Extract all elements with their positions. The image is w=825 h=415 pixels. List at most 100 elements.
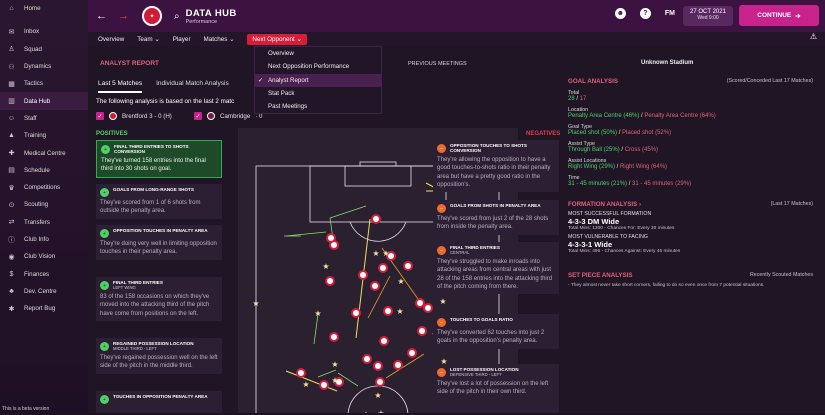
cone-icon: ▲ [8,132,15,140]
sidebar-item-inbox[interactable]: ✉ Inbox [0,23,88,40]
analysis-tabs: Last 5 Matches Individual Match Analysis [98,80,229,93]
card-title: GOALS FROM LONG-RANGE SHOTS [113,187,194,192]
vulnerable-formation-value: 4-3-3-1 Wide [568,240,613,249]
forward-arrow-icon[interactable]: → [118,10,132,22]
social-icon[interactable]: ☻ [614,8,626,19]
sidebar-item-label: Scouting [24,201,49,209]
checkbox-icon[interactable]: ✓ [194,112,202,120]
sidebar-item-competitions[interactable]: ♛ Competitions [0,179,88,196]
sidebar-item-medical-centre[interactable]: ✚ Medical Centre [0,144,88,161]
sidebar-item-label: Finances [24,270,50,278]
subnav-player[interactable]: Player [173,36,191,43]
stadium-name: Unknown Stadium [641,60,694,66]
sidebar-item-label: Inbox [24,28,40,36]
positive-card[interactable]: + REGAINED POSSESSION LOCATION MIDDLE THIR… [96,338,222,374]
subnav-overview[interactable]: Overview [98,36,124,43]
positive-card[interactable]: + OPPOSITION TOUCHES IN PENALTY AREA They… [96,225,222,260]
envelope-icon: ✉ [8,28,15,36]
negative-card[interactable]: – GOALS FROM SHOTS IN PENALTY AREA They'v… [433,200,559,235]
successful-formation-value: 4-3-3 DM Wide [568,217,620,226]
dropdown-item-analyst-report[interactable]: ✓ Analyst Report [255,73,381,87]
card-subtitle: MIDDLE THIRD - LEFT [113,346,157,352]
negative-card[interactable]: – LOST POSSESSION LOCATION DEFENSIVE THIRD… [433,364,559,413]
sidebar-item-staff[interactable]: ☺ Staff [0,110,88,127]
binoculars-icon: ⊙ [8,201,15,209]
sidebar-item-scouting[interactable]: ⊙ Scouting [0,196,88,213]
negative-card[interactable]: – FINAL THIRD ENTRIES CENTRAL They've stru… [433,242,559,295]
sidebar-item-label: Schedule [24,166,50,174]
svg-text:★: ★ [302,380,309,389]
sidebar-item-tactics[interactable]: ▦ Tactics [0,75,88,92]
continue-button[interactable]: CONTINUE ➔ [739,5,819,26]
positive-card[interactable]: + GOALS FROM LONG-RANGE SHOTS They've sco… [96,184,222,219]
tab-individual-match[interactable]: Individual Match Analysis [156,80,229,93]
negative-card[interactable]: – OPPOSITION TOUCHES TO SHOTS CONVERSION … [433,140,559,193]
negative-card[interactable]: – TOUCHES TO GOALS RATIO They've converte… [433,314,559,349]
dropdown-item-stat-pack[interactable]: Stat Pack [255,87,381,100]
sidebar-item-club-info[interactable]: ⓘ Club Info [0,231,88,248]
dropdown-item-overview[interactable]: Overview [255,47,381,60]
goal-analysis-heading: GOAL ANALYSIS [568,78,618,85]
goal-analysis-panel: GOAL ANALYSIS (Scored/Conceded Last 17 Ma… [568,78,813,288]
card-body: They've converted 62 touches into just 2… [437,330,545,345]
svg-text:★: ★ [372,249,379,258]
dropdown-item-past-meetings[interactable]: Past Meetings [255,100,381,113]
plus-icon: + [100,342,109,351]
positive-card[interactable]: + TOUCHES IN OPPOSITION PENALTY AREA [96,391,222,413]
sidebar-item-dynamics[interactable]: ⚇ Dynamics [0,58,88,75]
card-body: They've scored from just 2 of the 28 sho… [437,216,549,231]
plus-icon: + [100,188,109,197]
checkmark-icon: ✓ [258,77,264,84]
sidebar-item-transfers[interactable]: ⇄ Transfers [0,214,88,231]
successful-formation-detail: Total Mins: 1300 - Chances For: Every 30… [568,226,675,231]
notification-icon[interactable]: ⚠ [810,32,817,41]
card-title: OPPOSITION TOUCHES IN PENALTY AREA [113,228,208,233]
tab-last-5-matches[interactable]: Last 5 Matches [98,80,143,93]
sidebar-item-squad[interactable]: ♙ Squad [0,41,88,58]
subnav-next-opponent[interactable]: Next Opponent ⌄ [247,33,307,45]
sidebar-item-dev-centre[interactable]: ♣ Dev. Centre [0,283,88,300]
formation-analysis-section[interactable]: FORMATION ANALYSIS › (Last 17 Matches) [568,201,813,208]
club-badge-icon[interactable]: ✦ [142,6,162,26]
calendar-icon: ▤ [8,167,15,175]
sidebar-item-label: Dev. Centre [24,287,57,295]
match-filter-1[interactable]: ✓ Brentford 3 - 0 (H) [96,112,172,120]
day-time-text: Wed 9:00 [697,15,719,21]
match-filter-2[interactable]: ✓ Cambridge · 0 [194,112,263,120]
svg-text:★: ★ [331,360,338,369]
top-bar: ← → ✦ ⌕ DATA HUB Performance ☻ ? FM 27 O… [88,0,825,32]
sidebar-item-training[interactable]: ▲ Training [0,127,88,144]
sidebar-item-finances[interactable]: $ Finances [0,265,88,282]
trophy-icon: ♛ [8,184,15,192]
date-display[interactable]: 27 OCT 2021 Wed 9:00 [683,6,733,26]
sidebar-item-label: Staff [24,114,37,122]
svg-text:★: ★ [322,262,329,271]
minus-icon: – [437,144,446,153]
plus-icon: + [101,145,110,154]
sidebar-item-label: Medical Centre [24,149,66,157]
set-piece-note: Recently Scouted Matches [749,272,813,278]
help-icon[interactable]: ? [639,8,651,19]
sidebar-item-label: Squad [24,45,42,53]
sidebar-item-data-hub[interactable]: ▥ Data Hub [0,92,88,110]
subnav-team[interactable]: Team ⌄ [137,36,159,43]
time-value: 31 - 45 minutes (21%) / 31 - 45 minutes … [568,181,692,187]
checkbox-icon[interactable]: ✓ [96,112,104,120]
subnav-matches[interactable]: Matches ⌄ [204,36,235,43]
card-title: FINAL THIRD ENTRIES [450,245,500,250]
svg-text:★: ★ [397,277,404,286]
positive-card[interactable]: + FINAL THIRD ENTRIES TO SHOTS CONVERSION… [96,140,222,178]
fm-menu-button[interactable]: FM [665,10,675,17]
search-icon[interactable]: ⌕ [174,11,180,22]
vulnerable-formation-detail: Total Mins: 496 - Chances Against: Every… [568,249,681,254]
card-title: TOUCHES TO GOALS RATIO [450,317,513,322]
sidebar-item-schedule[interactable]: ▤ Schedule [0,162,88,179]
sidebar-item-label: Dynamics [24,63,52,71]
sidebar-item-home[interactable]: ⌂ Home [0,0,88,17]
dropdown-item-next-opposition[interactable]: Next Opposition Performance [255,60,381,73]
sidebar-item-club-vision[interactable]: ◉ Club Vision [0,248,88,265]
back-arrow-icon[interactable]: ← [96,10,110,22]
sidebar-item-report-bug[interactable]: ✱ Report Bug [0,300,88,317]
sub-navigation: Overview Team ⌄ Player Matches ⌄ Next Op… [88,32,825,46]
positive-card[interactable]: + FINAL THIRD ENTRIES LEFT WING 83 of the … [96,277,222,322]
